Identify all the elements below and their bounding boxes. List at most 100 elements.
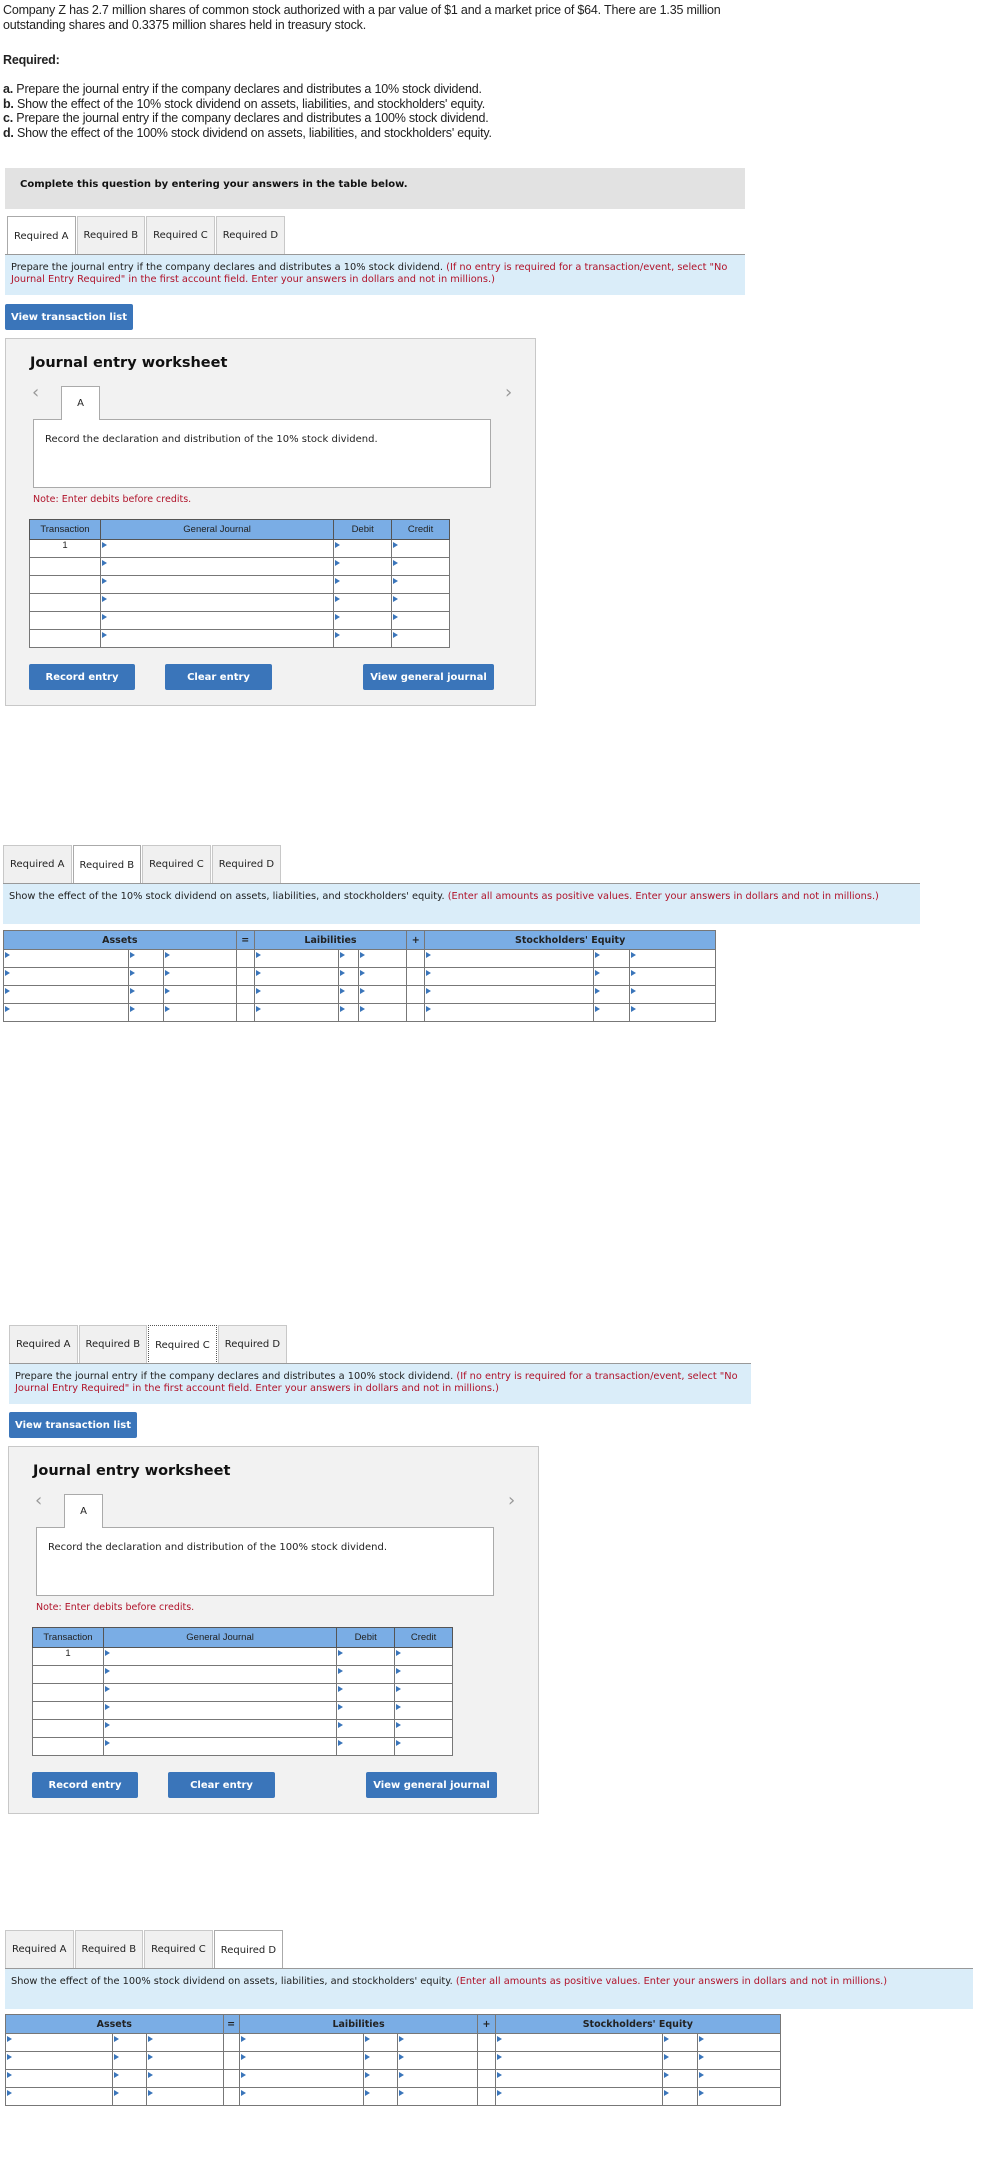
liabilities-account-select[interactable] — [253, 967, 339, 986]
credit-input[interactable] — [391, 629, 450, 648]
debit-input[interactable] — [336, 1701, 396, 1720]
assets-account-select[interactable] — [4, 2033, 114, 2052]
equity-account-select[interactable] — [424, 949, 594, 968]
assets-amount-select[interactable] — [162, 967, 237, 986]
equity-account-select[interactable] — [424, 1003, 594, 1022]
record-entry-button[interactable]: Record entry — [32, 1772, 138, 1798]
liabilities-amount-select[interactable] — [357, 1003, 408, 1022]
liabilities-account-select[interactable] — [238, 2069, 365, 2088]
assets-amount-select[interactable] — [145, 2051, 224, 2070]
liabilities-amount-select[interactable] — [396, 2033, 479, 2052]
equity-amount-select[interactable] — [696, 2033, 782, 2052]
credit-input[interactable] — [391, 575, 450, 594]
equity-amount-select[interactable] — [629, 967, 716, 986]
debit-input[interactable] — [333, 593, 393, 612]
equity-account-select[interactable] — [424, 967, 594, 986]
liabilities-account-select[interactable] — [253, 1003, 339, 1022]
account-select[interactable] — [102, 1683, 338, 1702]
credit-input[interactable] — [394, 1647, 453, 1666]
account-select[interactable] — [99, 593, 335, 612]
tab-required-d[interactable]: Required D — [215, 216, 286, 254]
view-general-journal-button[interactable]: View general journal — [366, 1772, 497, 1798]
tab-required-a[interactable]: Required A — [5, 1930, 74, 1968]
debit-input[interactable] — [336, 1665, 396, 1684]
debit-input[interactable] — [336, 1737, 396, 1756]
liabilities-account-select[interactable] — [253, 949, 339, 968]
liabilities-direction-select[interactable] — [337, 949, 359, 968]
tab-required-d[interactable]: Required D — [217, 1325, 288, 1363]
record-entry-button[interactable]: Record entry — [29, 664, 135, 690]
view-general-journal-button[interactable]: View general journal — [363, 664, 494, 690]
account-select[interactable] — [99, 629, 335, 648]
equity-account-select[interactable] — [424, 985, 594, 1004]
debit-input[interactable] — [333, 575, 393, 594]
next-chevron-icon[interactable]: › — [505, 382, 512, 403]
debit-input[interactable] — [336, 1719, 396, 1738]
next-chevron-icon[interactable]: › — [508, 1490, 515, 1511]
tab-required-c[interactable]: Required C — [144, 1930, 213, 1968]
liabilities-amount-select[interactable] — [357, 985, 408, 1004]
account-select[interactable] — [102, 1665, 338, 1684]
liabilities-account-select[interactable] — [238, 2051, 365, 2070]
equity-account-select[interactable] — [494, 2051, 663, 2070]
liabilities-amount-select[interactable] — [396, 2069, 479, 2088]
prev-chevron-icon[interactable]: ‹ — [35, 1490, 42, 1511]
credit-input[interactable] — [394, 1701, 453, 1720]
account-select[interactable] — [99, 539, 335, 558]
tab-required-b[interactable]: Required B — [78, 1325, 148, 1363]
assets-amount-select[interactable] — [145, 2033, 224, 2052]
equity-direction-select[interactable] — [592, 949, 631, 968]
assets-amount-select[interactable] — [162, 985, 237, 1004]
account-select[interactable] — [99, 575, 335, 594]
account-select[interactable] — [99, 557, 335, 576]
liabilities-account-select[interactable] — [238, 2033, 365, 2052]
equity-amount-select[interactable] — [629, 1003, 716, 1022]
assets-direction-select[interactable] — [112, 2087, 147, 2106]
equity-direction-select[interactable] — [592, 967, 631, 986]
assets-direction-select[interactable] — [128, 949, 164, 968]
assets-amount-select[interactable] — [162, 949, 237, 968]
assets-account-select[interactable] — [4, 2051, 114, 2070]
assets-account-select[interactable] — [2, 967, 130, 986]
tab-required-c[interactable]: Required C — [146, 216, 215, 254]
assets-account-select[interactable] — [2, 949, 130, 968]
worksheet-tab-a[interactable]: A — [61, 386, 100, 420]
worksheet-tab-a[interactable]: A — [64, 1494, 103, 1528]
assets-direction-select[interactable] — [128, 985, 164, 1004]
equity-direction-select[interactable] — [661, 2033, 698, 2052]
equity-account-select[interactable] — [494, 2033, 663, 2052]
tab-required-c[interactable]: Required C — [142, 845, 211, 883]
assets-direction-select[interactable] — [112, 2033, 147, 2052]
equity-amount-select[interactable] — [696, 2069, 782, 2088]
account-select[interactable] — [102, 1701, 338, 1720]
equity-direction-select[interactable] — [592, 1003, 631, 1022]
equity-direction-select[interactable] — [661, 2087, 698, 2106]
assets-account-select[interactable] — [4, 2069, 114, 2088]
debit-input[interactable] — [336, 1647, 396, 1666]
credit-input[interactable] — [391, 611, 450, 630]
liabilities-direction-select[interactable] — [363, 2087, 398, 2106]
equity-amount-select[interactable] — [696, 2087, 782, 2106]
assets-direction-select[interactable] — [128, 967, 164, 986]
account-select[interactable] — [102, 1737, 338, 1756]
debit-input[interactable] — [336, 1683, 396, 1702]
liabilities-direction-select[interactable] — [363, 2033, 398, 2052]
debit-input[interactable] — [333, 629, 393, 648]
view-transaction-list-button[interactable]: View transaction list — [5, 304, 133, 330]
tab-required-a[interactable]: Required A — [3, 845, 72, 883]
liabilities-amount-select[interactable] — [357, 949, 408, 968]
assets-amount-select[interactable] — [162, 1003, 237, 1022]
credit-input[interactable] — [391, 557, 450, 576]
account-select[interactable] — [102, 1647, 338, 1666]
equity-direction-select[interactable] — [592, 985, 631, 1004]
assets-direction-select[interactable] — [128, 1003, 164, 1022]
credit-input[interactable] — [394, 1665, 453, 1684]
tab-required-a[interactable]: Required A — [9, 1325, 78, 1363]
tab-required-d[interactable]: Required D — [213, 1930, 284, 1969]
equity-account-select[interactable] — [494, 2087, 663, 2106]
assets-direction-select[interactable] — [112, 2069, 147, 2088]
liabilities-direction-select[interactable] — [363, 2069, 398, 2088]
liabilities-amount-select[interactable] — [357, 967, 408, 986]
credit-input[interactable] — [391, 539, 450, 558]
liabilities-direction-select[interactable] — [363, 2051, 398, 2070]
